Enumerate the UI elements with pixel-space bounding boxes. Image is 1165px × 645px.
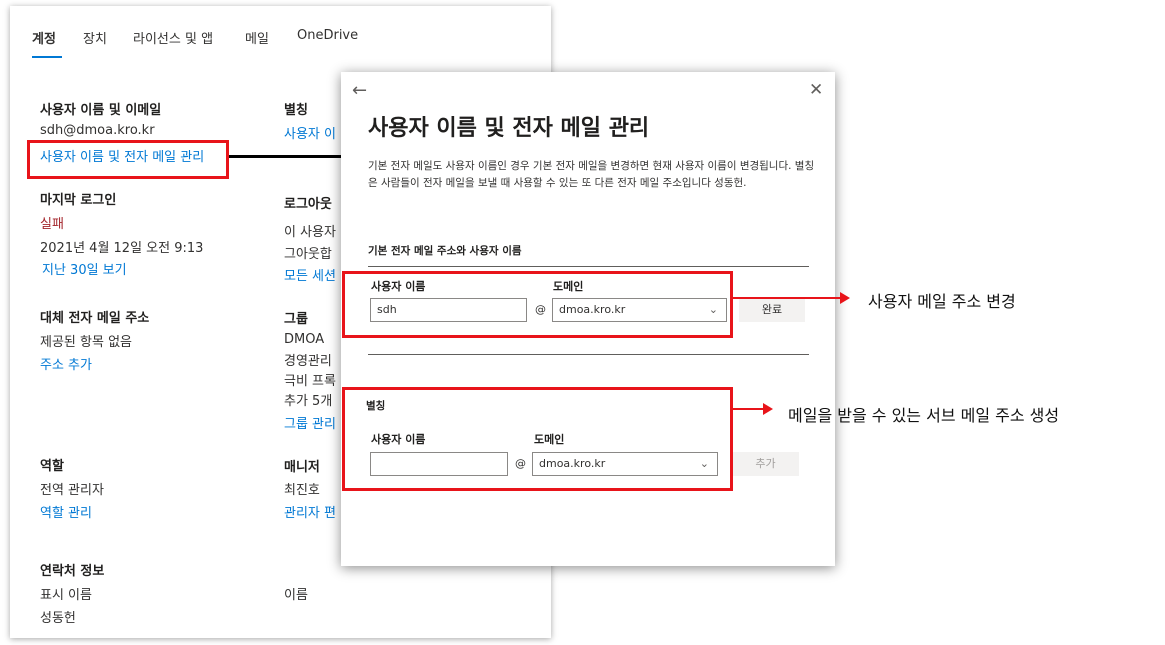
tab-licenses-apps[interactable]: 라이선스 및 앱: [133, 28, 213, 47]
back-arrow-icon[interactable]: ←: [352, 80, 367, 101]
tab-account[interactable]: 계정: [32, 28, 56, 47]
active-tab-indicator: [32, 56, 62, 58]
dialog-title: 사용자 이름 및 전자 메일 관리: [368, 116, 650, 141]
signout-text-line2: 그아웃합: [284, 247, 332, 262]
divider: [368, 266, 809, 267]
callout-create-alias: 메일을 받을 수 있는 서브 메일 주소 생성: [788, 406, 1060, 425]
group-item: DMOA: [284, 332, 325, 347]
username-email-heading: 사용자 이름 및 이메일: [40, 103, 162, 118]
tab-devices[interactable]: 장치: [83, 28, 107, 47]
username-domain-highlight: [342, 271, 733, 338]
done-button[interactable]: 완료: [739, 298, 805, 322]
username-email-value: sdh@dmoa.kro.kr: [40, 123, 155, 138]
display-name-value: 성동헌: [40, 611, 76, 626]
dialog-description: 기본 전자 메일도 사용자 이름인 경우 기본 전자 메일을 변경하면 현재 사…: [368, 160, 815, 189]
last-signin-datetime: 2021년 4월 12일 오전 9:13: [40, 241, 204, 256]
tab-mail[interactable]: 메일: [245, 28, 269, 47]
group-item: 극비 프록: [284, 374, 336, 389]
manage-groups-link[interactable]: 그룹 관리: [284, 413, 336, 432]
last-signin-heading: 마지막 로그인: [40, 193, 117, 208]
add-alias-button[interactable]: 추가: [732, 452, 799, 476]
alias-heading: 별칭: [284, 103, 308, 118]
add-address-link[interactable]: 주소 추가: [40, 354, 92, 373]
arrow-right-icon: [840, 292, 850, 304]
manage-link-highlight: [27, 140, 229, 179]
signout-heading: 로그아웃: [284, 197, 332, 212]
connector-line: [229, 155, 341, 158]
manager-value: 최진호: [284, 483, 320, 498]
alias-highlight: [342, 387, 733, 491]
alias-link[interactable]: 사용자 이: [284, 123, 336, 142]
contact-info-heading: 연락처 정보: [40, 564, 105, 579]
signout-sessions-link[interactable]: 모든 세션: [284, 265, 336, 284]
signout-text-line1: 이 사용자: [284, 225, 336, 240]
alt-email-value: 제공된 항목 없음: [40, 335, 132, 350]
last-signin-status: 실패: [40, 217, 64, 232]
group-item: 추가 5개: [284, 394, 333, 409]
callout-change-email: 사용자 메일 주소 변경: [868, 292, 1016, 311]
display-name-label: 표시 이름: [40, 588, 92, 603]
manage-roles-link[interactable]: 역할 관리: [40, 502, 92, 521]
tab-onedrive[interactable]: OneDrive: [297, 28, 358, 43]
alt-email-heading: 대체 전자 메일 주소: [40, 311, 150, 326]
groups-heading: 그룹: [284, 312, 308, 327]
roles-value: 전역 관리자: [40, 483, 104, 498]
manager-heading: 매니저: [284, 460, 320, 475]
callout-arrow-line: [733, 408, 763, 410]
group-item: 경영관리: [284, 354, 332, 369]
edit-manager-link[interactable]: 관리자 편: [284, 502, 336, 521]
name-label: 이름: [284, 588, 308, 603]
divider: [368, 354, 809, 355]
view-last-30-days-link[interactable]: 지난 30일 보기: [42, 259, 127, 278]
arrow-right-icon: [763, 403, 773, 415]
callout-arrow-line: [733, 297, 840, 299]
roles-heading: 역할: [40, 459, 64, 474]
primary-section-title: 기본 전자 메일 주소와 사용자 이름: [368, 245, 522, 257]
close-icon[interactable]: ✕: [809, 80, 823, 100]
